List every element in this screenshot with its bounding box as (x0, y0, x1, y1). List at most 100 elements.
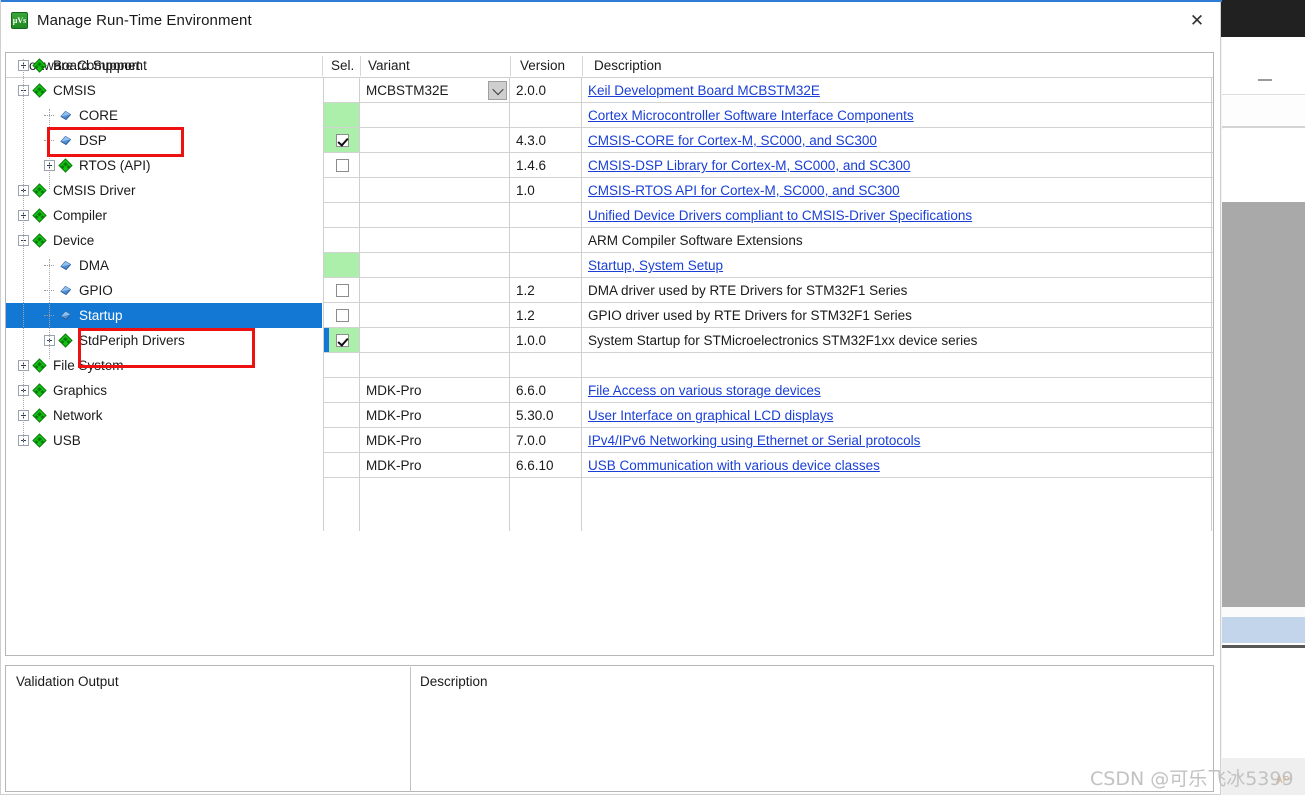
description-cell[interactable]: Keil Development Board MCBSTM32E (582, 78, 1212, 103)
checkbox-unchecked-icon[interactable] (335, 284, 349, 297)
close-icon[interactable]: ✕ (1174, 2, 1220, 39)
description-cell[interactable]: Unified Device Drivers compliant to CMSI… (582, 203, 1212, 228)
description-cell[interactable]: IPv4/IPv6 Networking using Ethernet or S… (582, 428, 1212, 453)
variant-cell[interactable] (360, 253, 510, 278)
bottom-panes: Validation Output Description (5, 665, 1214, 792)
description-cell[interactable]: Cortex Microcontroller Software Interfac… (582, 103, 1212, 128)
column-header-variant[interactable]: Variant (362, 53, 510, 77)
column-header-version[interactable]: Version (514, 53, 582, 77)
sidebar-item-gpio[interactable]: GPIO (6, 278, 322, 303)
checkbox-checked-icon[interactable] (335, 134, 349, 147)
sidebar-item-rtos-api[interactable]: RTOS (API) (6, 153, 322, 178)
minimize-icon[interactable] (1258, 79, 1272, 81)
description-link[interactable]: CMSIS-RTOS API for Cortex-M, SC000, and … (588, 183, 900, 198)
sidebar-item-label: Device (53, 233, 95, 248)
variant-cell[interactable]: MDK-Pro (360, 403, 510, 428)
chevron-down-icon[interactable] (488, 81, 507, 100)
sidebar-item-dma[interactable]: DMA (6, 253, 322, 278)
grid-vline (323, 78, 324, 531)
version-cell: 1.2 (516, 308, 535, 323)
variant-cell[interactable] (360, 278, 510, 303)
sidebar-item-device[interactable]: Device (6, 228, 322, 253)
dialog-title-bar[interactable]: Manage Run-Time Environment ✕ (1, 2, 1220, 39)
component-tree: Board Support CMSIS CORE DSP RTOS (API) CMSIS… (6, 53, 322, 631)
description-link[interactable]: Unified Device Drivers compliant to CMSI… (588, 208, 972, 223)
sidebar-item-label: Network (53, 408, 103, 423)
keil-uvision-icon (11, 12, 28, 29)
row-selection-marker (324, 328, 329, 353)
variant-cell[interactable] (360, 303, 510, 328)
description-link[interactable]: Keil Development Board MCBSTM32E (588, 83, 820, 98)
header-separator (360, 56, 361, 76)
component-icon (58, 133, 73, 148)
description-link[interactable]: CMSIS-CORE for Cortex-M, SC000, and SC30… (588, 133, 877, 148)
sidebar-item-compiler[interactable]: Compiler (6, 203, 322, 228)
pane-divider[interactable] (410, 667, 411, 792)
description-link[interactable]: Startup, System Setup (588, 258, 723, 273)
variant-cell[interactable] (360, 328, 510, 353)
background-toolbar-strip (1222, 96, 1305, 128)
variant-cell[interactable] (360, 128, 510, 153)
sidebar-item-cmsis-driver[interactable]: CMSIS Driver (6, 178, 322, 203)
variant-cell[interactable] (360, 103, 510, 128)
description-cell[interactable]: CMSIS-CORE for Cortex-M, SC000, and SC30… (582, 128, 1212, 153)
variant-cell[interactable]: MDK-Pro (360, 453, 510, 478)
variant-cell[interactable] (360, 353, 510, 378)
description-cell[interactable]: CMSIS-RTOS API for Cortex-M, SC000, and … (582, 178, 1212, 203)
version-cell: 6.6.10 (516, 458, 554, 473)
component-icon (58, 108, 73, 123)
sel-cell[interactable] (324, 128, 360, 153)
description-cell (582, 353, 1212, 378)
sel-cell[interactable] (324, 303, 360, 328)
sidebar-item-label: StdPeriph Drivers (79, 333, 185, 348)
pack-icon (32, 358, 47, 373)
sidebar-item-network[interactable]: Network (6, 403, 322, 428)
sel-cell[interactable] (324, 278, 360, 303)
variant-cell[interactable] (360, 178, 510, 203)
column-header-sel[interactable]: Sel. (325, 53, 360, 77)
sidebar-item-file-system[interactable]: File System (6, 353, 322, 378)
sidebar-item-graphics[interactable]: Graphics (6, 378, 322, 403)
pack-icon (32, 208, 47, 223)
variant-cell[interactable] (360, 203, 510, 228)
header-separator (510, 56, 511, 76)
pack-icon (58, 333, 73, 348)
description-cell[interactable]: File Access on various storage devices (582, 378, 1212, 403)
variant-cell[interactable]: MDK-Pro (360, 378, 510, 403)
sidebar-item-label: RTOS (API) (79, 158, 151, 173)
sidebar-item-usb[interactable]: USB (6, 428, 322, 453)
description-link[interactable]: CMSIS-DSP Library for Cortex-M, SC000, a… (588, 158, 910, 173)
description-link[interactable]: User Interface on graphical LCD displays (588, 408, 833, 423)
sidebar-item-label: Graphics (53, 383, 108, 398)
variant-cell[interactable] (360, 153, 510, 178)
sel-cell (324, 103, 360, 128)
sel-cell[interactable] (324, 153, 360, 178)
sidebar-item-label: Compiler (53, 208, 108, 223)
sidebar-item-stdperiph-drivers[interactable]: StdPeriph Drivers (6, 328, 322, 353)
description-link[interactable]: USB Communication with various device cl… (588, 458, 880, 473)
sidebar-item-dsp[interactable]: DSP (6, 128, 322, 153)
description-cell: System Startup for STMicroelectronics ST… (582, 328, 1212, 353)
sidebar-item-core[interactable]: CORE (6, 103, 322, 128)
description-cell[interactable]: Startup, System Setup (582, 253, 1212, 278)
description-link[interactable]: IPv4/IPv6 Networking using Ethernet or S… (588, 433, 920, 448)
sidebar-item-board-support[interactable]: Board Support (6, 53, 322, 78)
checkbox-unchecked-icon[interactable] (335, 309, 349, 322)
grid-vline (359, 78, 360, 531)
description-cell[interactable]: USB Communication with various device cl… (582, 453, 1212, 478)
variant-cell[interactable] (360, 228, 510, 253)
description-link[interactable]: File Access on various storage devices (588, 383, 821, 398)
checkbox-unchecked-icon[interactable] (335, 159, 349, 172)
variant-dropdown[interactable]: MCBSTM32E (360, 79, 510, 102)
version-cell (510, 228, 582, 253)
sel-cell (324, 203, 360, 228)
sidebar-item-startup[interactable]: Startup (6, 303, 322, 328)
variant-cell[interactable]: MDK-Pro (360, 428, 510, 453)
checkbox-checked-icon[interactable] (335, 334, 349, 347)
description-link[interactable]: Cortex Microcontroller Software Interfac… (588, 108, 914, 123)
sidebar-item-cmsis[interactable]: CMSIS (6, 78, 322, 103)
description-cell[interactable]: CMSIS-DSP Library for Cortex-M, SC000, a… (582, 153, 1212, 178)
column-header-description[interactable]: Description (588, 53, 1208, 77)
description-cell[interactable]: User Interface on graphical LCD displays (582, 403, 1212, 428)
sel-cell[interactable] (324, 328, 360, 353)
